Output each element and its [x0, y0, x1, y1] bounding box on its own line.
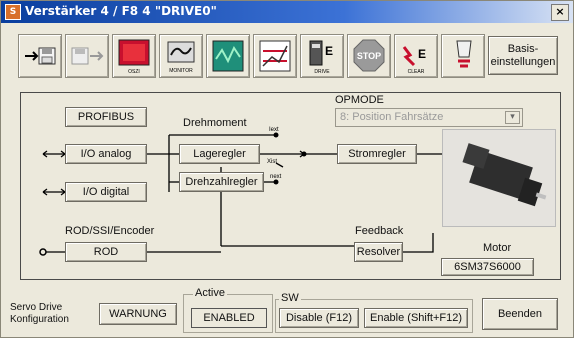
- iext-label: Iext: [269, 127, 279, 133]
- svg-text:E: E: [325, 44, 333, 58]
- toolbar-save-button[interactable]: [18, 34, 62, 78]
- drehmoment-endpoint: [273, 132, 279, 138]
- toolbar-load-button[interactable]: [65, 34, 109, 78]
- xist-label: Xist: [267, 159, 277, 165]
- window-title: Verstärker 4 / F8 4 "DRIVE0": [25, 4, 217, 18]
- title-bar: S Verstärker 4 / F8 4 "DRIVE0" ×: [1, 1, 573, 23]
- drehzahl-endpoint: [273, 179, 279, 185]
- svg-text:E: E: [418, 47, 426, 61]
- monitor-icon: MONITOR: [167, 41, 195, 74]
- app-icon: S: [5, 4, 21, 20]
- toolbar-chart-button[interactable]: [253, 34, 297, 78]
- resolver-button[interactable]: Resolver: [354, 242, 403, 262]
- enable-button[interactable]: Enable (Shift+F12): [364, 308, 468, 328]
- toolbar-signal-button[interactable]: [206, 34, 250, 78]
- svg-text:STOP: STOP: [357, 51, 381, 61]
- app-window: S Verstärker 4 / F8 4 "DRIVE0" × OSZI MO: [0, 0, 574, 338]
- opmode-label: OPMODE: [335, 94, 384, 106]
- drehmoment-label: Drehmoment: [183, 117, 247, 129]
- oscilloscope-icon: OSZI: [118, 39, 150, 75]
- chart-icon: [259, 40, 291, 72]
- next-label: next: [270, 174, 282, 180]
- warnung-button[interactable]: WARNUNG: [99, 303, 177, 325]
- toolbar-monitor-button[interactable]: MONITOR: [159, 34, 203, 78]
- rod-button[interactable]: ROD: [65, 242, 147, 262]
- close-button[interactable]: ×: [551, 4, 569, 21]
- toolbar-drive-button[interactable]: E DRIVE: [300, 34, 344, 78]
- motor-label: Motor: [483, 242, 512, 254]
- servo-config-label: Servo Drive Konfiguration: [10, 302, 69, 325]
- toolbar-clear-button[interactable]: E CLEAR: [394, 34, 438, 78]
- beenden-button[interactable]: Beenden: [482, 298, 558, 330]
- io-digital-button[interactable]: I/O digital: [65, 182, 147, 202]
- stromregler-button[interactable]: Stromregler: [337, 144, 417, 164]
- servo-motor-icon: [462, 143, 547, 207]
- motor-button[interactable]: 6SM37S6000: [441, 258, 534, 276]
- enabled-status: ENABLED: [191, 308, 267, 328]
- disable-button[interactable]: Disable (F12): [279, 308, 359, 328]
- lageregler-button[interactable]: Lageregler: [179, 144, 260, 164]
- drive-diagram-panel: Iext Xist next PROFIBUS I/O analog I/O d…: [20, 92, 561, 280]
- io-analog-button[interactable]: I/O analog: [65, 144, 147, 164]
- drehzahlregler-button[interactable]: Drehzahlregler: [179, 172, 264, 192]
- svg-text:CLEAR: CLEAR: [408, 69, 425, 75]
- drive-icon: E DRIVE: [309, 40, 333, 75]
- drive-reset-icon: [456, 40, 472, 68]
- load-from-drive-icon: [71, 47, 104, 65]
- svg-text:OSZI: OSZI: [128, 69, 140, 75]
- clear-icon: E CLEAR: [402, 46, 426, 75]
- motor-image: [442, 129, 556, 227]
- rod-encoder-label: ROD/SSI/Encoder: [65, 225, 155, 237]
- opmode-select[interactable]: 8: Position Fahrsätze ▾: [335, 108, 523, 127]
- toolbar-drive-reset-button[interactable]: [441, 34, 485, 78]
- basis-einstellungen-button[interactable]: Basis- einstellungen: [488, 36, 558, 75]
- feedback-label: Feedback: [355, 225, 404, 237]
- signal-icon: [212, 40, 244, 72]
- toolbar-stop-button[interactable]: STOP: [347, 34, 391, 78]
- encoder-connector: [39, 248, 47, 256]
- profibus-button[interactable]: PROFIBUS: [65, 107, 147, 127]
- svg-text:MONITOR: MONITOR: [169, 68, 193, 74]
- save-to-drive-icon: [25, 47, 56, 65]
- chevron-down-icon[interactable]: ▾: [505, 111, 520, 124]
- stop-icon: STOP: [353, 39, 385, 72]
- svg-text:DRIVE: DRIVE: [314, 69, 330, 75]
- strom-junction: [301, 151, 307, 157]
- opmode-value: 8: Position Fahrsätze: [340, 111, 444, 123]
- toolbar-oscilloscope-button[interactable]: OSZI: [112, 34, 156, 78]
